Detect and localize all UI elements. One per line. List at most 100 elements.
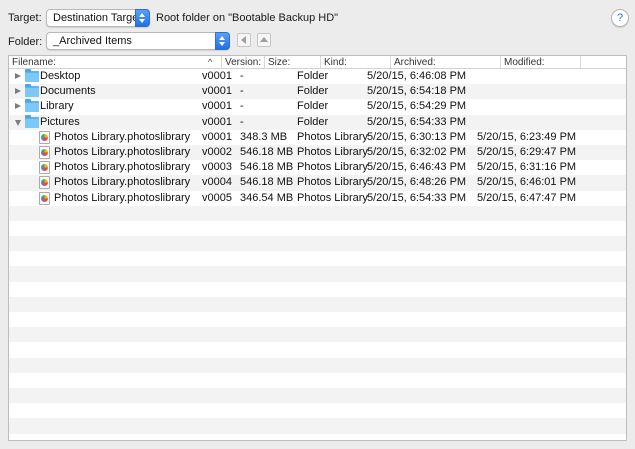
table-row[interactable]: Library v0001- Folder 5/20/15, 6:54:29 PM [9, 99, 626, 114]
cell-version: v0001 [202, 130, 232, 143]
cell-filename: Photos Library.photoslibrary [54, 191, 191, 204]
table-row[interactable]: Pictures v0001- Folder 5/20/15, 6:54:33 PM [9, 114, 626, 130]
target-label: Target: [8, 12, 42, 24]
empty-row [9, 418, 626, 434]
cell-kind: Photos Library [297, 176, 368, 189]
photos-library-icon [39, 161, 50, 175]
cell-version: v0001 [202, 85, 232, 98]
enclosing-folder-button[interactable] [257, 33, 271, 47]
cell-size: 546.18 MB [240, 161, 294, 174]
folder-icon [25, 69, 39, 82]
cell-filename: Photos Library.photoslibrary [54, 130, 191, 143]
cell-filename: Photos Library.photoslibrary [54, 145, 191, 158]
popup-arrows-icon [215, 32, 230, 50]
cell-filename: Desktop [40, 70, 81, 82]
cell-version: v0005 [202, 191, 232, 204]
cell-archived: 5/20/15, 6:32:02 PM [367, 145, 467, 158]
folder-icon [25, 114, 39, 128]
column-header-modified[interactable]: Modified: [500, 56, 545, 69]
cell-version: v0001 [202, 70, 232, 82]
empty-row [9, 282, 626, 297]
cell-filename: Library [40, 100, 74, 113]
archive-browser-window: Target: Destination Target Root folder o… [0, 0, 635, 449]
sort-ascending-icon: ^ [208, 57, 213, 67]
cell-version: v0003 [202, 161, 232, 174]
disclosure-triangle-down-icon[interactable] [15, 119, 21, 126]
table-header: Filename: ^ Version: Size: Kind: Archive… [9, 56, 626, 69]
empty-row [9, 373, 626, 388]
cell-filename: Photos Library.photoslibrary [54, 176, 191, 189]
cell-size: - [240, 85, 244, 98]
popup-arrows-icon [135, 9, 150, 27]
table-row[interactable]: Photos Library.photoslibrary v0003 546.18 … [9, 160, 626, 175]
table-row[interactable]: Photos Library.photoslibrary v0002 546.18 … [9, 144, 626, 161]
cell-modified: 5/20/15, 6:47:47 PM [477, 191, 577, 204]
cell-kind: Photos Library [297, 161, 368, 174]
empty-row [9, 236, 626, 252]
table-row[interactable]: Photos Library.photoslibrary v0005 346.54 … [9, 191, 626, 206]
empty-row [9, 312, 626, 327]
cell-kind: Photos Library [297, 145, 368, 158]
archive-table[interactable]: Filename: ^ Version: Size: Kind: Archive… [8, 55, 627, 441]
folder-popup-value: _Archived Items [53, 35, 132, 47]
empty-row [9, 205, 626, 221]
cell-archived: 5/20/15, 6:30:13 PM [367, 130, 467, 143]
cell-archived: 5/20/15, 6:46:08 PM [367, 70, 467, 82]
target-popup[interactable]: Destination Target [46, 9, 150, 27]
cell-size: - [240, 70, 244, 82]
cell-kind: Folder [297, 85, 329, 98]
cell-kind: Photos Library [297, 130, 368, 143]
cell-kind: Folder [297, 115, 329, 128]
disclosure-triangle-right-icon[interactable] [15, 103, 21, 110]
disclosure-triangle-right-icon[interactable] [15, 73, 21, 79]
cell-size: - [240, 100, 244, 113]
disclosure-triangle-right-icon[interactable] [15, 88, 21, 95]
cell-modified: 5/20/15, 6:31:16 PM [477, 161, 577, 174]
cell-kind: Photos Library [297, 191, 368, 204]
column-header-kind[interactable]: Kind: [320, 56, 347, 69]
folder-icon [25, 99, 39, 113]
column-header-archived[interactable]: Archived: [390, 56, 436, 69]
table-row[interactable]: Photos Library.photoslibrary v0001 348.3 M… [9, 130, 626, 145]
cell-size: 546.18 MB [240, 176, 294, 189]
cell-filename: Documents [40, 85, 96, 98]
cell-version: v0004 [202, 176, 232, 189]
photos-library-icon [39, 130, 50, 144]
table-row[interactable]: Documents v0001- Folder 5/20/15, 6:54:18 PM [9, 84, 626, 100]
empty-row [9, 266, 626, 282]
empty-row [9, 434, 626, 441]
empty-row [9, 403, 626, 418]
folder-label: Folder: [8, 36, 43, 48]
empty-row [9, 357, 626, 373]
empty-row [9, 251, 626, 266]
column-header-size[interactable]: Size: [264, 56, 290, 69]
empty-row [9, 221, 626, 236]
cell-modified: 5/20/15, 6:23:49 PM [477, 130, 577, 143]
cell-version: v0001 [202, 100, 232, 113]
cell-archived: 5/20/15, 6:54:29 PM [367, 100, 467, 113]
table-row[interactable]: Photos Library.photoslibrary v0004 546.18 … [9, 175, 626, 191]
table-body: Desktop v0001- Folder 5/20/15, 6:46:08 PM Do… [9, 69, 626, 441]
back-button[interactable] [237, 33, 251, 47]
column-header-spacer [580, 56, 584, 69]
cell-archived: 5/20/15, 6:48:26 PM [367, 176, 467, 189]
folder-icon [25, 84, 39, 98]
cell-size: 346.54 MB [240, 191, 294, 204]
cell-kind: Folder [297, 100, 329, 113]
cell-modified: 5/20/15, 6:29:47 PM [477, 145, 577, 158]
column-header-filename[interactable]: Filename: [9, 56, 56, 69]
cell-size: 348.3 MB [240, 130, 288, 143]
cell-archived: 5/20/15, 6:54:33 PM [367, 191, 467, 204]
empty-row [9, 327, 626, 343]
empty-row [9, 342, 626, 357]
empty-row [9, 387, 626, 404]
table-row[interactable]: Desktop v0001- Folder 5/20/15, 6:46:08 PM [9, 69, 626, 84]
cell-size: - [240, 115, 244, 128]
cell-version: v0001 [202, 115, 232, 128]
column-header-version[interactable]: Version: [221, 56, 261, 69]
target-description: Root folder on "Bootable Backup HD" [156, 12, 339, 24]
help-button[interactable]: ? [611, 9, 629, 27]
photos-library-icon [39, 176, 50, 190]
folder-popup[interactable]: _Archived Items [46, 32, 230, 50]
cell-kind: Folder [297, 70, 329, 82]
